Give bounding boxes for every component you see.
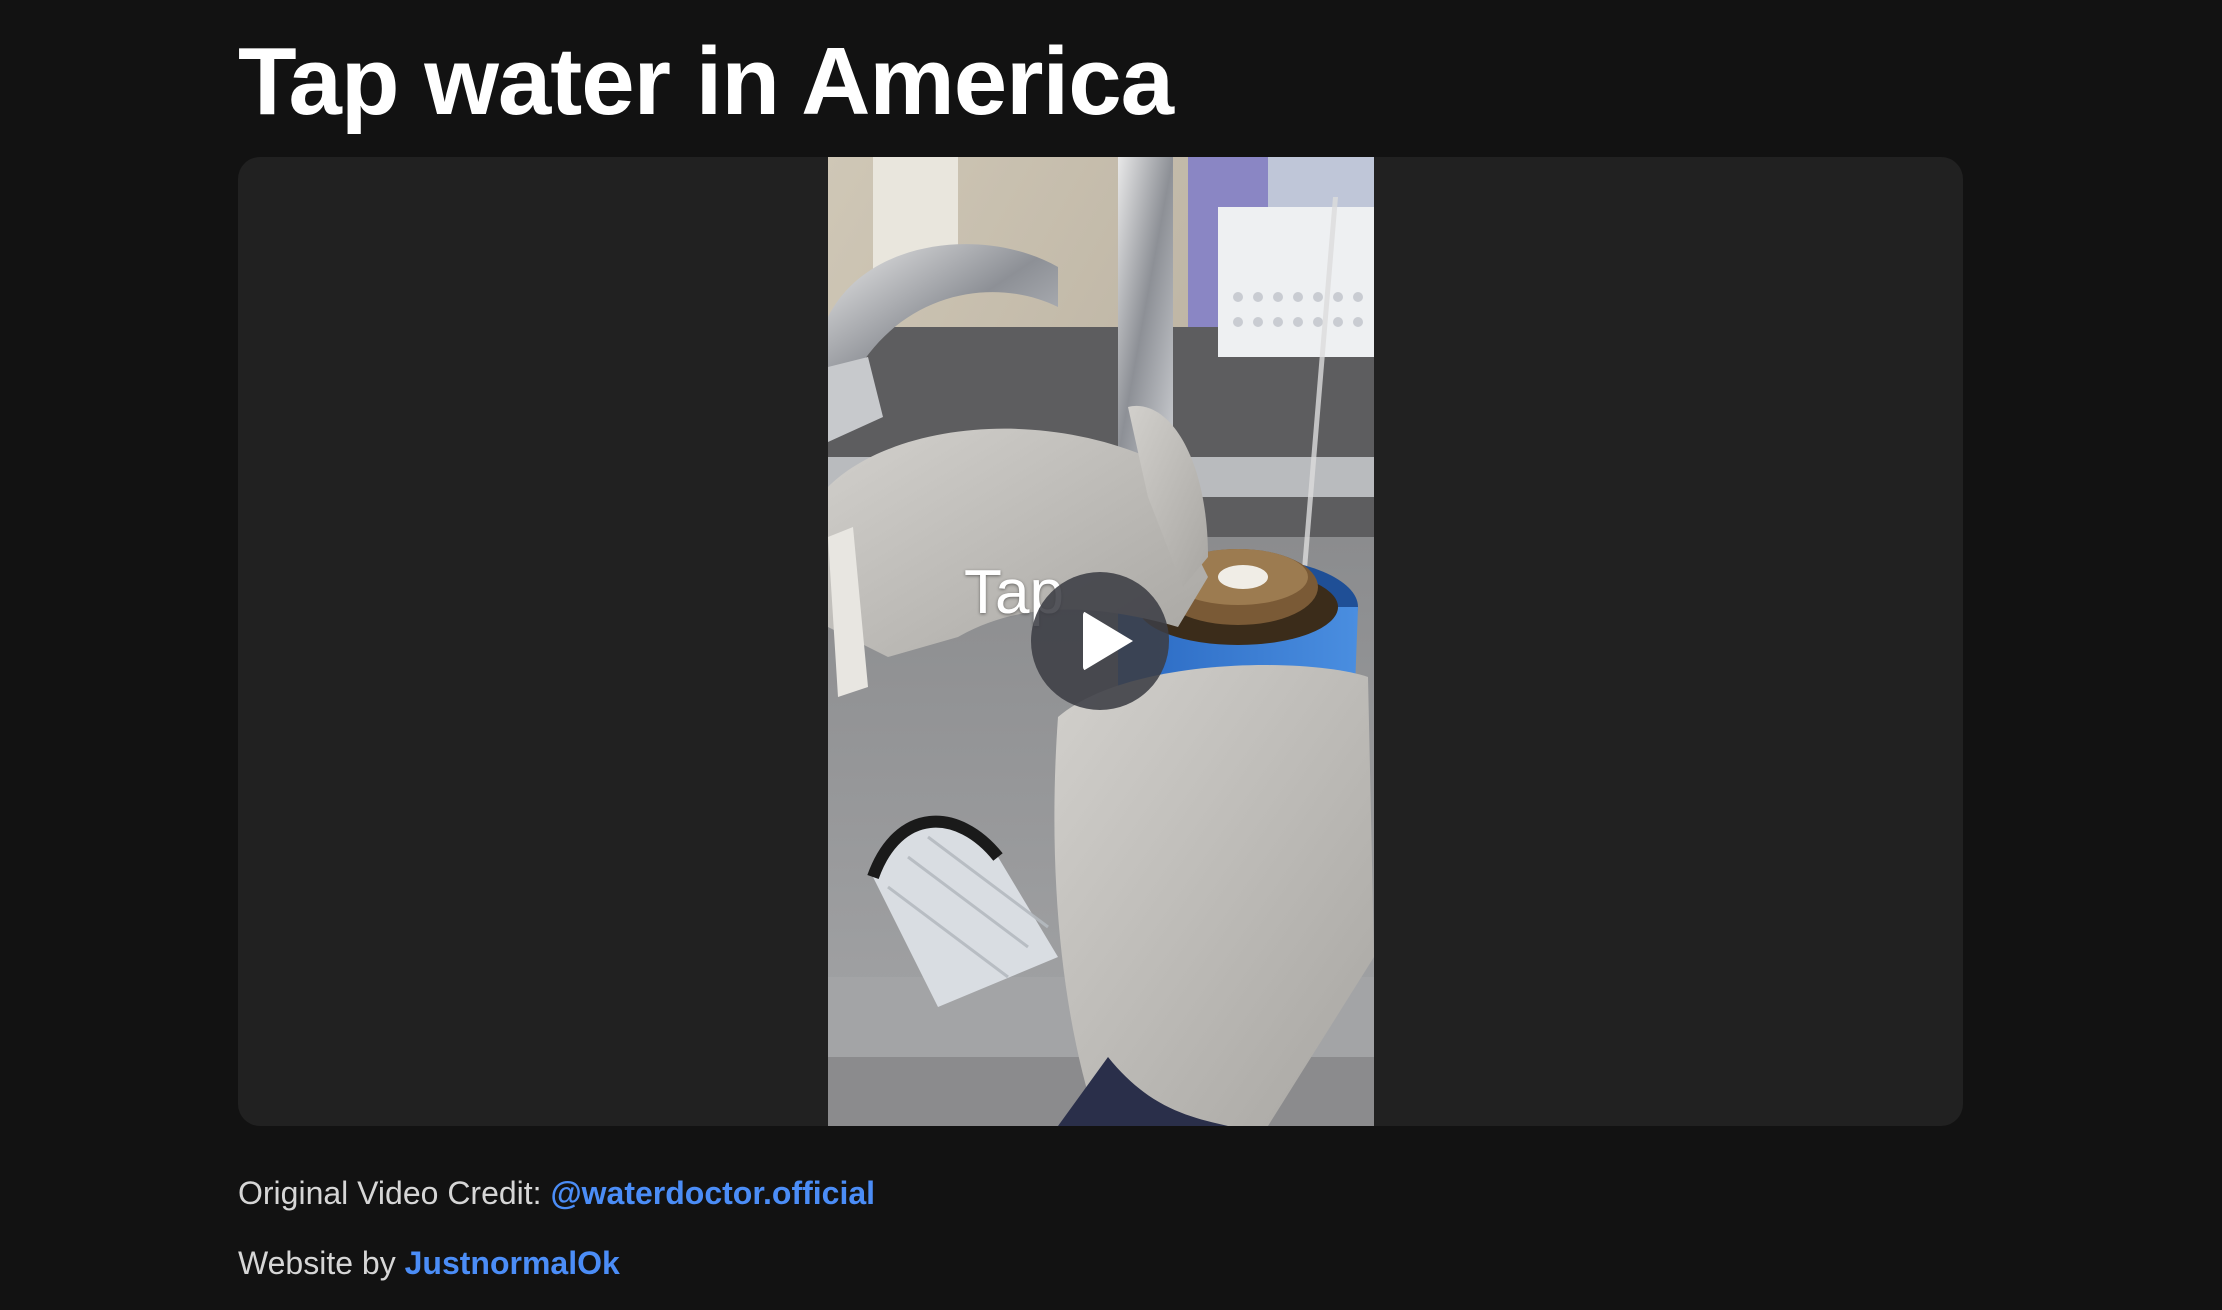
page: Tap water in America Tap Original Video … (0, 0, 2222, 1310)
video-credit-link[interactable]: @waterdoctor.official (550, 1175, 875, 1211)
website-credit-link[interactable]: JustnormalOk (405, 1245, 620, 1281)
website-credit: Website by JustnormalOk (238, 1243, 620, 1283)
video-credit: Original Video Credit: @waterdoctor.offi… (238, 1173, 875, 1213)
play-button[interactable] (1031, 572, 1169, 710)
video-player[interactable]: Tap (238, 157, 1963, 1126)
video-credit-label: Original Video Credit: (238, 1175, 551, 1211)
play-icon (1083, 611, 1133, 671)
website-credit-label: Website by (238, 1245, 405, 1281)
page-title: Tap water in America (238, 28, 1174, 135)
